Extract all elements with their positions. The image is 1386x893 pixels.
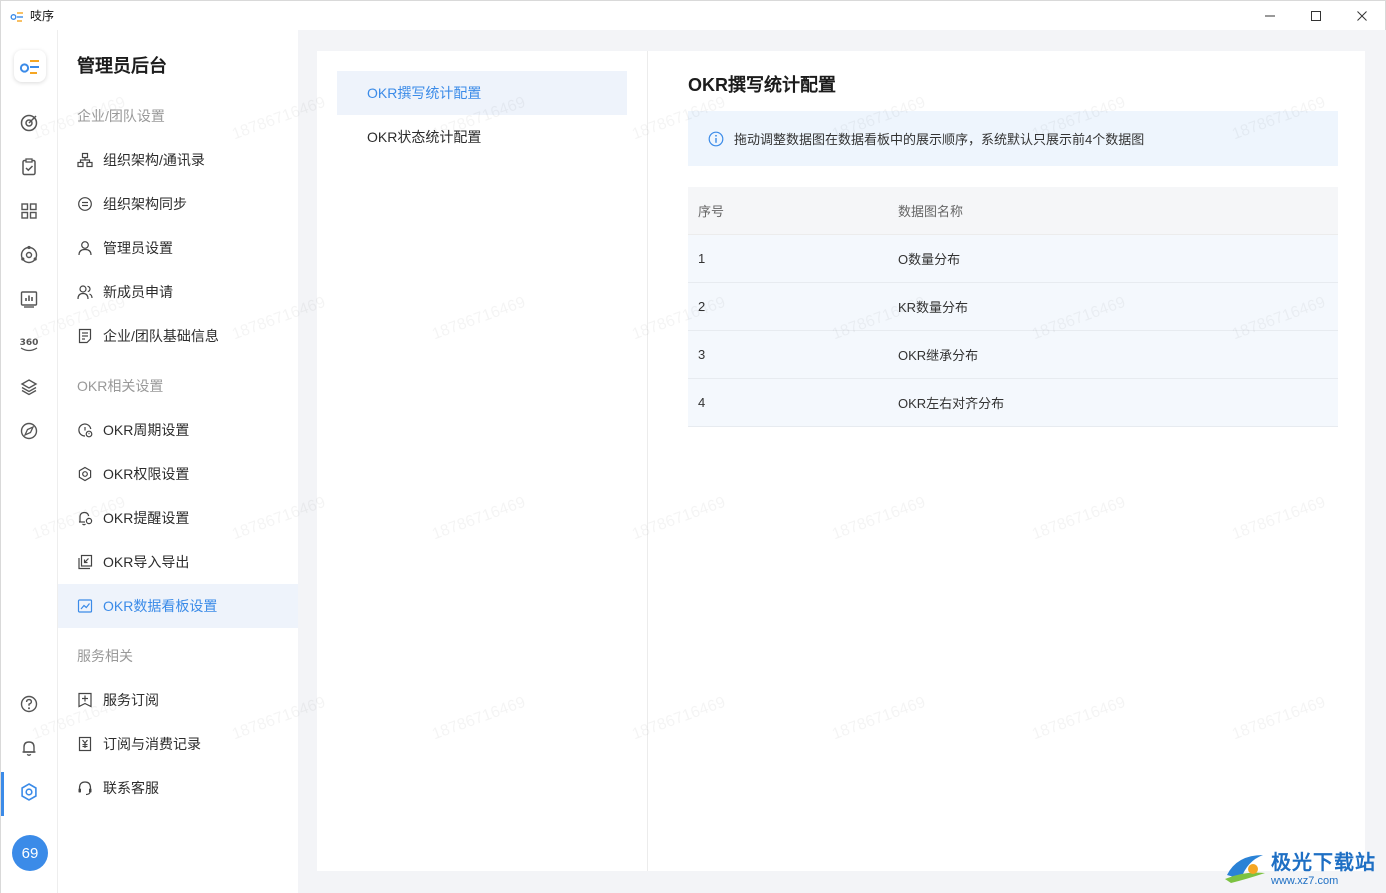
brand-url: www.xz7.com [1271, 875, 1339, 887]
admin-nav: 管理员后台 企业/团队设置 组织架构/通讯录 组织架构同步 管理员设置 新成员申… [58, 30, 298, 893]
main-panel: OKR撰写统计配置 拖动调整数据图在数据看板中的展示顺序，系统默认只展示前4个数… [648, 51, 1365, 871]
table-header: 序号 数据图名称 [688, 187, 1338, 235]
nav-item-label: 订阅与消费记录 [103, 736, 201, 752]
chart-board-icon[interactable] [18, 288, 40, 310]
nav-item-label: 新成员申请 [103, 284, 173, 300]
sub-menu-okr-writing-stats[interactable]: OKR撰写统计配置 [337, 71, 627, 115]
app-logo-icon [10, 9, 24, 23]
nav-item-contact-support[interactable]: 联系客服 [58, 766, 298, 810]
nav-item-org-sync[interactable]: 组织架构同步 [58, 182, 298, 226]
avatar[interactable]: 69 [12, 835, 48, 871]
nav-item-team-basic-info[interactable]: 企业/团队基础信息 [58, 314, 298, 358]
nav-item-okr-dashboard-settings[interactable]: OKR数据看板设置 [58, 584, 298, 628]
header-chart-name: 数据图名称 [898, 204, 964, 219]
nav-item-label: OKR导入导出 [103, 554, 190, 570]
headset-icon [76, 779, 94, 797]
nav-item-okr-reminder[interactable]: OKR提醒设置 [58, 496, 298, 540]
users-icon [76, 283, 94, 301]
chart-order-table: 序号 数据图名称 1 O数量分布 2 KR数量分布 3 OKR继承分布 4 OK… [688, 187, 1338, 427]
window-title: 吱序 [30, 9, 55, 23]
nav-item-admin-settings[interactable]: 管理员设置 [58, 226, 298, 270]
cell-index: 1 [698, 251, 706, 266]
cell-chart-name: KR数量分布 [898, 300, 969, 315]
nav-item-service-subscription[interactable]: 服务订阅 [58, 678, 298, 722]
nav-item-label: 服务订阅 [103, 692, 159, 708]
rail-logo[interactable] [14, 50, 46, 82]
apps-grid-icon[interactable] [18, 200, 40, 222]
svg-text:360: 360 [20, 338, 39, 348]
close-button[interactable] [1339, 1, 1385, 31]
sub-menu-okr-status-stats[interactable]: OKR状态统计配置 [337, 115, 627, 159]
clipboard-check-icon[interactable] [18, 156, 40, 178]
brand-name: 极光下载站 [1271, 852, 1376, 874]
nav-item-okr-permission[interactable]: OKR权限设置 [58, 452, 298, 496]
nav-item-okr-import-export[interactable]: OKR导入导出 [58, 540, 298, 584]
nav-item-label: OKR周期设置 [103, 422, 190, 438]
cell-index: 2 [698, 299, 706, 314]
title-bar: 吱序 [0, 0, 1386, 30]
bell-icon[interactable] [18, 737, 40, 759]
app-logo-icon [19, 60, 39, 74]
nav-section-team-settings: 企业/团队设置 [77, 108, 165, 124]
maximize-icon [1311, 11, 1321, 21]
360-icon[interactable]: 360 [18, 332, 40, 354]
nav-section-service: 服务相关 [77, 648, 133, 664]
minimize-icon [1265, 15, 1275, 17]
table-row[interactable]: 3 OKR继承分布 [688, 331, 1338, 379]
sub-menu-panel: OKR撰写统计配置 OKR状态统计配置 [317, 51, 647, 871]
gear-icon [76, 465, 94, 483]
rail-active-indicator [1, 772, 4, 816]
table-row[interactable]: 4 OKR左右对齐分布 [688, 379, 1338, 427]
site-brand: 极光下载站 www.xz7.com [1223, 846, 1376, 887]
icon-rail: 360 69 [0, 30, 58, 893]
target-icon[interactable] [18, 112, 40, 134]
nav-item-label: 企业/团队基础信息 [103, 328, 219, 344]
help-icon[interactable] [18, 693, 40, 715]
import-export-icon [76, 553, 94, 571]
cell-chart-name: OKR继承分布 [898, 348, 979, 363]
compass-icon[interactable] [18, 420, 40, 442]
layers-icon[interactable] [18, 376, 40, 398]
bell-settings-icon [76, 509, 94, 527]
table-row[interactable]: 2 KR数量分布 [688, 283, 1338, 331]
yen-record-icon [76, 735, 94, 753]
cell-chart-name: O数量分布 [898, 252, 961, 267]
nav-title: 管理员后台 [77, 56, 167, 76]
brand-logo-icon [1225, 854, 1265, 883]
page-title: OKR撰写统计配置 [688, 75, 836, 95]
settings-icon[interactable] [18, 781, 40, 803]
table-row[interactable]: 1 O数量分布 [688, 235, 1338, 283]
cell-index: 4 [698, 395, 706, 410]
sync-icon [76, 195, 94, 213]
nav-item-label: 联系客服 [103, 780, 159, 796]
document-icon [76, 327, 94, 345]
nav-item-label: 组织架构同步 [103, 196, 187, 212]
cell-index: 3 [698, 347, 706, 362]
org-chart-icon [76, 151, 94, 169]
header-index: 序号 [698, 204, 725, 219]
minimize-button[interactable] [1247, 1, 1293, 31]
nav-item-org-directory[interactable]: 组织架构/通讯录 [58, 138, 298, 182]
nav-item-new-member-request[interactable]: 新成员申请 [58, 270, 298, 314]
cell-chart-name: OKR左右对齐分布 [898, 396, 1005, 411]
nav-item-label: 管理员设置 [103, 240, 173, 256]
dashboard-icon [76, 597, 94, 615]
info-icon [708, 131, 724, 147]
nav-item-subscription-records[interactable]: 订阅与消费记录 [58, 722, 298, 766]
maximize-button[interactable] [1293, 1, 1339, 31]
nav-item-okr-cycle[interactable]: OKR周期设置 [58, 408, 298, 452]
user-icon [76, 239, 94, 257]
cycle-icon [76, 421, 94, 439]
nav-item-label: OKR提醒设置 [103, 510, 190, 526]
nav-item-label: OKR数据看板设置 [103, 598, 218, 614]
notice-text: 拖动调整数据图在数据看板中的展示顺序，系统默认只展示前4个数据图 [734, 132, 1145, 147]
orbit-icon[interactable] [18, 244, 40, 266]
info-notice: 拖动调整数据图在数据看板中的展示顺序，系统默认只展示前4个数据图 [688, 111, 1338, 166]
close-icon [1357, 11, 1367, 21]
nav-section-okr-settings: OKR相关设置 [77, 378, 164, 394]
nav-item-label: 组织架构/通讯录 [103, 152, 205, 168]
subscribe-icon [76, 691, 94, 709]
nav-item-label: OKR权限设置 [103, 466, 190, 482]
